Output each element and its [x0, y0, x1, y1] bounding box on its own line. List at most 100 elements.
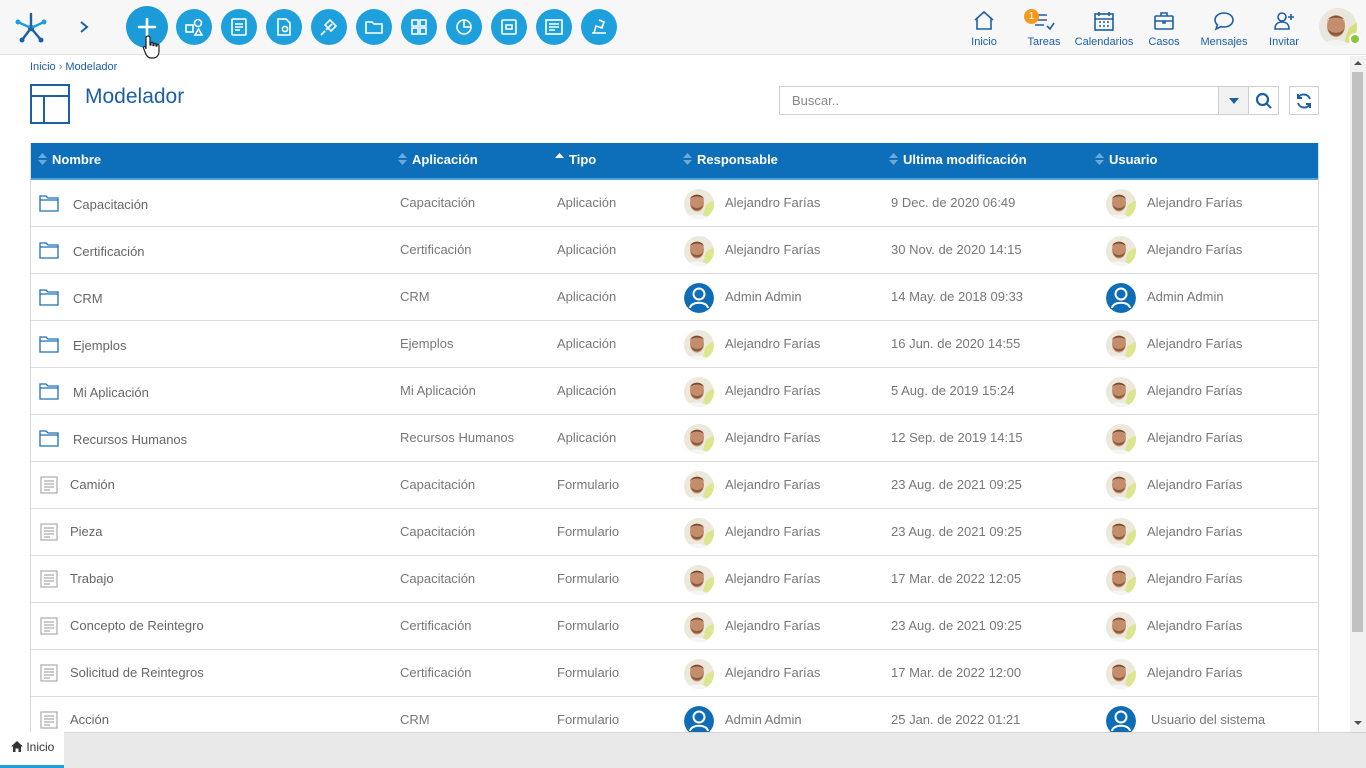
row-usuario: Alejandro Farías	[1147, 571, 1243, 586]
header-usuario[interactable]: Usuario	[1095, 143, 1157, 178]
header-aplicacion[interactable]: Aplicación	[398, 143, 478, 178]
table-row[interactable]: Ejemplos Ejemplos Aplicación Alejandro Farí…	[31, 321, 1318, 368]
form-icon	[40, 523, 58, 541]
admin-avatar-icon	[684, 283, 714, 313]
row-tipo: Aplicación	[557, 336, 617, 351]
user-photo-icon	[1106, 518, 1136, 548]
folder-icon	[365, 21, 383, 34]
nav-tasks[interactable]: Tareas 1	[1012, 9, 1076, 49]
nav-cases[interactable]: Casos	[1132, 9, 1196, 49]
refresh-button[interactable]	[1289, 86, 1319, 115]
row-modificacion: 9 Dec. de 2020 06:49	[891, 195, 1016, 210]
form-icon	[40, 664, 58, 682]
table-row[interactable]: Solicitud de Reintegros Certificación Form…	[31, 650, 1318, 697]
row-nombre[interactable]: CRM	[73, 276, 103, 322]
header-nombre[interactable]: Nombre	[38, 143, 101, 178]
header-tipo[interactable]: Tipo	[555, 143, 596, 178]
row-aplicacion: Ejemplos	[400, 336, 454, 351]
archive-button[interactable]	[491, 9, 527, 45]
plugin-button[interactable]	[311, 9, 347, 45]
user-photo-icon	[684, 236, 714, 266]
user-photo-icon	[1106, 565, 1136, 595]
table-row[interactable]: Pieza Capacitación Formulario Alejandro Far…	[31, 509, 1318, 556]
usuario-avatar	[1106, 471, 1136, 501]
row-nombre[interactable]: Solicitud de Reintegros	[70, 650, 204, 696]
hand-cursor-icon	[142, 35, 160, 59]
table-row[interactable]: Trabajo Capacitación Formulario Alejandro F…	[31, 556, 1318, 603]
table-row[interactable]: Camión Capacitación Formulario Alejandro Fa…	[31, 462, 1318, 509]
row-responsable: Alejandro Farías	[725, 195, 821, 210]
nav-home[interactable]: Inicio	[952, 9, 1016, 49]
row-nombre[interactable]: Mi Aplicación	[73, 370, 149, 416]
row-nombre[interactable]: Pieza	[70, 509, 103, 555]
breadcrumb-current: Modelador	[65, 61, 118, 73]
row-nombre[interactable]: Concepto de Reintegro	[70, 603, 204, 649]
usuario-avatar	[1106, 659, 1136, 689]
user-photo-icon	[1106, 377, 1136, 407]
chart-button[interactable]	[446, 9, 482, 45]
shapes-button[interactable]	[176, 9, 212, 45]
user-photo-icon	[1106, 659, 1136, 689]
table-row[interactable]: Capacitación Capacitación Aplicación Alejan…	[31, 180, 1318, 227]
deploy-icon	[592, 19, 606, 34]
header-responsable[interactable]: Responsable	[683, 143, 778, 178]
nav-cases-label: Casos	[1148, 36, 1180, 48]
breadcrumb-home-link[interactable]: Inicio	[30, 61, 56, 73]
user-photo-icon	[684, 471, 714, 501]
search-input[interactable]: Buscar..	[779, 86, 1219, 115]
expand-menu-chevron-icon[interactable]	[76, 18, 92, 36]
deploy-button[interactable]	[581, 9, 617, 45]
row-nombre[interactable]: Recursos Humanos	[73, 417, 187, 463]
row-nombre[interactable]: Camión	[70, 462, 115, 508]
form-button[interactable]	[221, 9, 257, 45]
usuario-avatar	[1106, 236, 1136, 266]
grid-button[interactable]	[401, 9, 437, 45]
search-icon	[1255, 92, 1272, 109]
row-nombre[interactable]: Ejemplos	[73, 323, 126, 369]
usuario-avatar	[1106, 612, 1136, 642]
row-usuario: Alejandro Farías	[1147, 383, 1243, 398]
top-bar: Inicio Tareas 1 Calendarios Casos Mensaj…	[0, 0, 1366, 59]
row-responsable: Admin Admin	[725, 289, 802, 304]
table-row[interactable]: CRM CRM Aplicación Admin Admin 14 May. de 20…	[31, 274, 1318, 321]
responsable-avatar	[684, 518, 714, 548]
scroll-down-arrow-icon[interactable]	[1353, 718, 1363, 728]
row-modificacion: 17 Mar. de 2022 12:05	[891, 571, 1022, 586]
table-header: Nombre Aplicación Tipo Responsable Ultim…	[31, 143, 1318, 180]
folder-button[interactable]	[356, 9, 392, 45]
header-modificacion[interactable]: Ultima modificación	[889, 143, 1027, 178]
scrollbar-thumb[interactable]	[1352, 72, 1363, 632]
row-nombre[interactable]: Trabajo	[70, 556, 114, 602]
table-row[interactable]: Recursos Humanos Recursos Humanos Aplicaci…	[31, 415, 1318, 462]
search-options-dropdown[interactable]	[1219, 86, 1249, 115]
row-responsable: Alejandro Farías	[725, 665, 821, 680]
report-button[interactable]	[536, 9, 572, 45]
nav-invite[interactable]: Invitar	[1252, 9, 1316, 49]
usuario-avatar	[1106, 189, 1136, 219]
archive-icon	[501, 19, 517, 35]
scroll-up-arrow-icon[interactable]	[1353, 58, 1363, 68]
user-photo-icon	[684, 377, 714, 407]
refresh-icon	[1297, 92, 1311, 109]
settings-document-button[interactable]	[266, 9, 302, 45]
nav-calendars[interactable]: Calendarios	[1072, 9, 1136, 49]
row-usuario: Alejandro Farías	[1147, 195, 1243, 210]
user-photo-icon	[1106, 471, 1136, 501]
user-photo-icon	[684, 424, 714, 454]
table-row[interactable]: Certificación Certificación Aplicación Alej…	[31, 227, 1318, 274]
row-nombre[interactable]: Certificación	[73, 229, 145, 275]
caret-down-icon	[1228, 97, 1239, 104]
user-photo-icon	[1106, 189, 1136, 219]
form-icon	[231, 18, 247, 36]
row-aplicacion: Recursos Humanos	[400, 430, 515, 445]
app-logo-icon[interactable]	[14, 10, 48, 44]
row-tipo: Formulario	[557, 524, 620, 539]
table-row[interactable]: Mi Aplicación Mi Aplicación Aplicación Alej…	[31, 368, 1318, 415]
nav-messages[interactable]: Mensajes	[1192, 9, 1256, 49]
row-modificacion: 30 Nov. de 2020 14:15	[891, 242, 1022, 257]
table-row[interactable]: Concepto de Reintegro Certificación Formul…	[31, 603, 1318, 650]
chat-bubble-icon	[1214, 12, 1234, 31]
bottom-tab-inicio[interactable]: Inicio	[0, 732, 64, 768]
row-nombre[interactable]: Capacitación	[73, 182, 148, 228]
search-button[interactable]	[1249, 86, 1279, 115]
